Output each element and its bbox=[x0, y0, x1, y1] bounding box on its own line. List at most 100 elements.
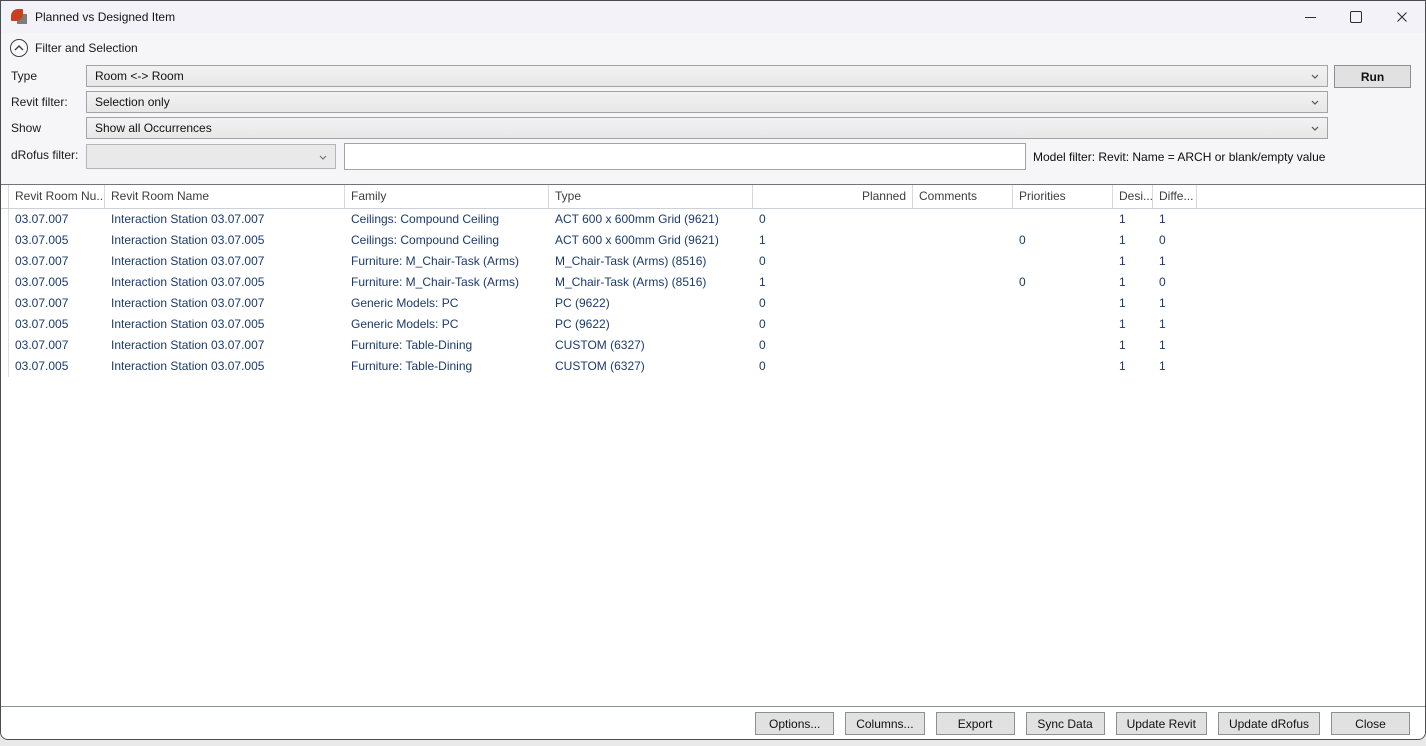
row-header-strip bbox=[1, 356, 9, 377]
cell-comments bbox=[913, 251, 1013, 272]
minimize-button[interactable] bbox=[1287, 1, 1333, 33]
type-combobox-value: Room <-> Room bbox=[95, 69, 184, 83]
row-filler bbox=[1197, 335, 1425, 356]
columns-button[interactable]: Columns... bbox=[845, 712, 924, 735]
cell-family: Furniture: Table-Dining bbox=[345, 335, 549, 356]
column-header-planned[interactable]: Planned bbox=[753, 185, 913, 208]
cell-revit-room-name: Interaction Station 03.07.007 bbox=[105, 335, 345, 356]
cell-planned: 0 bbox=[753, 209, 913, 230]
cell-family: Ceilings: Compound Ceiling bbox=[345, 230, 549, 251]
cell-revit-room-name: Interaction Station 03.07.005 bbox=[105, 314, 345, 335]
row-filler bbox=[1197, 230, 1425, 251]
cell-comments bbox=[913, 314, 1013, 335]
table-row[interactable]: 03.07.007Interaction Station 03.07.007Fu… bbox=[1, 335, 1425, 356]
update-drofus-button[interactable]: Update dRofus bbox=[1218, 712, 1320, 735]
update-revit-button[interactable]: Update Revit bbox=[1116, 712, 1207, 735]
type-combobox[interactable]: Room <-> Room bbox=[86, 65, 1328, 87]
cell-priorities bbox=[1013, 314, 1113, 335]
chevron-up-circle-icon bbox=[10, 39, 28, 57]
cell-type: CUSTOM (6327) bbox=[549, 335, 753, 356]
chevron-down-icon bbox=[1311, 74, 1319, 79]
cell-planned: 0 bbox=[753, 356, 913, 377]
cell-revit-room-nu: 03.07.007 bbox=[9, 293, 105, 314]
close-window-button[interactable] bbox=[1379, 1, 1425, 33]
sync-data-button[interactable]: Sync Data bbox=[1026, 712, 1105, 735]
row-filler bbox=[1197, 356, 1425, 377]
column-header-revit-room-nu[interactable]: Revit Room Nu... bbox=[9, 185, 105, 208]
grid-body: 03.07.007Interaction Station 03.07.007Ce… bbox=[1, 209, 1425, 377]
table-row[interactable]: 03.07.005Interaction Station 03.07.005Fu… bbox=[1, 272, 1425, 293]
revit-filter-combobox[interactable]: Selection only bbox=[86, 91, 1328, 113]
row-header-strip bbox=[1, 209, 9, 230]
cell-type: CUSTOM (6327) bbox=[549, 356, 753, 377]
drofus-logo-icon bbox=[11, 9, 27, 25]
close-button[interactable]: Close bbox=[1331, 712, 1410, 735]
cell-planned: 0 bbox=[753, 335, 913, 356]
cell-planned: 1 bbox=[753, 230, 913, 251]
cell-revit-room-name: Interaction Station 03.07.005 bbox=[105, 356, 345, 377]
filter-section-toggle[interactable]: Filter and Selection bbox=[10, 37, 138, 59]
row-header-strip bbox=[1, 314, 9, 335]
row-filler bbox=[1197, 272, 1425, 293]
export-button[interactable]: Export bbox=[936, 712, 1015, 735]
cell-priorities: 0 bbox=[1013, 272, 1113, 293]
cell-planned: 0 bbox=[753, 251, 913, 272]
column-header-type[interactable]: Type bbox=[549, 185, 753, 208]
cell-priorities bbox=[1013, 251, 1113, 272]
cell-diffe: 0 bbox=[1153, 272, 1197, 293]
cell-planned: 0 bbox=[753, 314, 913, 335]
cell-family: Furniture: M_Chair-Task (Arms) bbox=[345, 251, 549, 272]
cell-diffe: 1 bbox=[1153, 356, 1197, 377]
cell-desi: 1 bbox=[1113, 230, 1153, 251]
type-label: Type bbox=[11, 69, 83, 83]
cell-diffe: 1 bbox=[1153, 251, 1197, 272]
cell-priorities bbox=[1013, 293, 1113, 314]
table-row[interactable]: 03.07.005Interaction Station 03.07.005Ge… bbox=[1, 314, 1425, 335]
cell-desi: 1 bbox=[1113, 314, 1153, 335]
cell-desi: 1 bbox=[1113, 209, 1153, 230]
cell-type: ACT 600 x 600mm Grid (9621) bbox=[549, 209, 753, 230]
cell-comments bbox=[913, 272, 1013, 293]
cell-revit-room-name: Interaction Station 03.07.007 bbox=[105, 251, 345, 272]
options-button[interactable]: Options... bbox=[755, 712, 834, 735]
filter-panel: Filter and Selection Type Room <-> Room … bbox=[1, 33, 1425, 184]
table-row[interactable]: 03.07.007Interaction Station 03.07.007Ce… bbox=[1, 209, 1425, 230]
column-header-diffe[interactable]: Diffe... bbox=[1153, 185, 1197, 208]
drofus-filter-combobox[interactable] bbox=[86, 144, 336, 169]
drofus-filter-input[interactable] bbox=[344, 143, 1026, 170]
table-row[interactable]: 03.07.007Interaction Station 03.07.007Fu… bbox=[1, 251, 1425, 272]
column-header-desi[interactable]: Desi... bbox=[1113, 185, 1153, 208]
cell-diffe: 0 bbox=[1153, 230, 1197, 251]
table-row[interactable]: 03.07.005Interaction Station 03.07.005Fu… bbox=[1, 356, 1425, 377]
cell-revit-room-nu: 03.07.007 bbox=[9, 335, 105, 356]
cell-diffe: 1 bbox=[1153, 335, 1197, 356]
table-row[interactable]: 03.07.005Interaction Station 03.07.005Ce… bbox=[1, 230, 1425, 251]
column-header-family[interactable]: Family bbox=[345, 185, 549, 208]
column-header-comments[interactable]: Comments bbox=[913, 185, 1013, 208]
revit-filter-label: Revit filter: bbox=[11, 95, 83, 109]
row-header-strip bbox=[1, 335, 9, 356]
row-header-strip bbox=[1, 185, 9, 208]
cell-family: Ceilings: Compound Ceiling bbox=[345, 209, 549, 230]
show-combobox-value: Show all Occurrences bbox=[95, 121, 212, 135]
filter-section-label: Filter and Selection bbox=[35, 41, 138, 55]
cell-desi: 1 bbox=[1113, 251, 1153, 272]
row-header-strip bbox=[1, 230, 9, 251]
model-filter-text: Model filter: Revit: Name = ARCH or blan… bbox=[1033, 143, 1325, 170]
results-grid: Revit Room Nu...Revit Room NameFamilyTyp… bbox=[1, 184, 1425, 707]
planned-vs-designed-window: Planned vs Designed Item Filter and Sele… bbox=[0, 0, 1426, 740]
run-button[interactable]: Run bbox=[1334, 65, 1411, 88]
show-combobox[interactable]: Show all Occurrences bbox=[86, 117, 1328, 139]
cell-priorities bbox=[1013, 356, 1113, 377]
cell-family: Generic Models: PC bbox=[345, 293, 549, 314]
cell-revit-room-name: Interaction Station 03.07.007 bbox=[105, 293, 345, 314]
row-filler bbox=[1197, 293, 1425, 314]
maximize-button[interactable] bbox=[1333, 1, 1379, 33]
column-header-priorities[interactable]: Priorities bbox=[1013, 185, 1113, 208]
cell-diffe: 1 bbox=[1153, 293, 1197, 314]
cell-comments bbox=[913, 230, 1013, 251]
cell-revit-room-nu: 03.07.007 bbox=[9, 209, 105, 230]
column-header-revit-room-name[interactable]: Revit Room Name bbox=[105, 185, 345, 208]
header-filler bbox=[1197, 185, 1425, 208]
table-row[interactable]: 03.07.007Interaction Station 03.07.007Ge… bbox=[1, 293, 1425, 314]
